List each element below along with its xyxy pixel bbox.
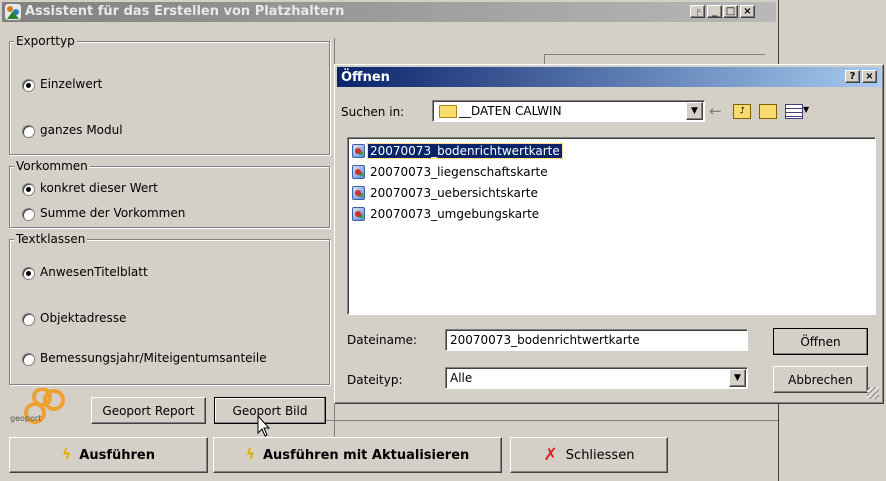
geoport-report-button[interactable]: Geoport Report (91, 397, 206, 424)
filename-field[interactable]: 20070073_bodenrichtwertkarte (445, 329, 748, 351)
ausfuehren-aktualisieren-label: Ausführen mit Aktualisieren (262, 447, 470, 463)
resize-grip-icon[interactable] (867, 387, 879, 399)
ausfuehren-aktualisieren-button[interactable]: ϟ Ausführen mit Aktualisieren (213, 437, 502, 473)
main-title-bar[interactable]: Assistent für das Erstellen von Platzhal… (2, 2, 776, 22)
view-menu-icon[interactable] (785, 104, 803, 119)
filename-value: 20070073_bodenrichtwertkarte (450, 333, 640, 347)
lightning-icon: ϟ (62, 447, 72, 463)
maximize-button[interactable]: □ (723, 5, 738, 18)
filetype-combo[interactable]: Alle ▼ (445, 367, 748, 389)
radio-ganzes-modul[interactable] (22, 125, 35, 138)
list-item[interactable]: 20070073_umgebungskarte (352, 205, 541, 223)
radio-objektadresse[interactable] (22, 313, 35, 326)
restore-icon[interactable]: ╒ (690, 5, 705, 18)
textklassen-group: Textklassen AnwesenTitelblatt Objektadre… (9, 232, 330, 385)
textklassen-legend: Textklassen (14, 232, 88, 246)
look-in-value: __DATEN CALWIN (459, 104, 562, 118)
ausfuehren-label: Ausführen (79, 447, 155, 463)
file-list[interactable]: 20070073_bodenrichtwertkarte 20070073_li… (347, 137, 876, 315)
filetype-value: Alle (450, 371, 473, 385)
image-file-icon (352, 186, 365, 200)
exporttyp-group: Exporttyp Einzelwert ganzes Modul (9, 34, 330, 155)
chevron-down-icon[interactable]: ▼ (729, 369, 746, 387)
label-anwesen: AnwesenTitelblatt (40, 265, 148, 279)
minimize-button[interactable]: _ (707, 5, 722, 18)
filename-label: Dateiname: (347, 333, 418, 347)
list-item[interactable]: 20070073_uebersichtskarte (352, 184, 540, 202)
radio-anwesen[interactable] (22, 267, 35, 280)
help-button[interactable]: ? (845, 70, 860, 83)
lightning-icon: ϟ (245, 447, 255, 463)
list-item[interactable]: 20070073_bodenrichtwertkarte (352, 142, 563, 160)
main-divider (308, 420, 778, 421)
dialog-title: Öffnen (341, 70, 390, 85)
radio-summe[interactable] (22, 208, 35, 221)
file-name: 20070073_liegenschaftskarte (370, 165, 548, 179)
vorkommen-group: Vorkommen konkret dieser Wert Summe der … (9, 159, 330, 228)
close-button[interactable]: × (740, 5, 755, 18)
schliessen-label: Schliessen (565, 447, 635, 463)
main-window-title: Assistent für das Erstellen von Platzhal… (25, 4, 345, 19)
folder-icon (439, 105, 457, 118)
open-button[interactable]: Öffnen (773, 328, 868, 355)
geoport-logo: geoport (9, 387, 89, 424)
look-in-combo[interactable]: __DATEN CALWIN ▼ (432, 100, 705, 122)
label-einzelwert: Einzelwert (40, 77, 103, 91)
label-summe: Summe der Vorkommen (40, 206, 186, 220)
vorkommen-legend: Vorkommen (14, 159, 90, 173)
folder-up-icon[interactable]: ⮥ (733, 104, 751, 119)
dialog-close-button[interactable]: × (862, 70, 877, 83)
back-arrow-icon[interactable]: ← (709, 102, 722, 120)
label-ganzes-modul: ganzes Modul (40, 123, 123, 137)
cancel-button[interactable]: Abbrechen (773, 366, 868, 393)
label-bemessungsjahr: Bemessungsjahr/Miteigentumsanteile (40, 351, 267, 365)
dialog-title-bar[interactable]: Öffnen ? × (337, 67, 881, 87)
image-file-icon (352, 207, 365, 221)
file-name: 20070073_uebersichtskarte (370, 186, 538, 200)
open-dialog: Öffnen ? × Suchen in: __DATEN CALWIN ▼ ←… (334, 64, 884, 404)
radio-einzelwert[interactable] (22, 79, 35, 92)
geoport-logo-text: geoport (10, 414, 42, 423)
app-icon (5, 4, 21, 20)
image-file-icon (352, 165, 365, 179)
new-folder-icon[interactable] (759, 104, 777, 119)
view-menu-chevron-icon[interactable]: ▼ (803, 105, 809, 114)
file-name: 20070073_umgebungskarte (370, 207, 540, 221)
exporttyp-legend: Exporttyp (14, 34, 77, 48)
filetype-label: Dateityp: (347, 373, 403, 387)
label-objektadresse: Objektadresse (40, 311, 127, 325)
file-name: 20070073_bodenrichtwertkarte (367, 143, 563, 159)
radio-bemessungsjahr[interactable] (22, 353, 35, 366)
label-konkret: konkret dieser Wert (40, 181, 158, 195)
schliessen-button[interactable]: ✗ Schliessen (510, 437, 668, 473)
ausfuehren-button[interactable]: ϟ Ausführen (9, 437, 208, 473)
look-in-label: Suchen in: (341, 105, 405, 119)
list-item[interactable]: 20070073_liegenschaftskarte (352, 163, 550, 181)
radio-konkret[interactable] (22, 183, 35, 196)
chevron-down-icon[interactable]: ▼ (686, 102, 703, 120)
red-x-icon: ✗ (543, 445, 558, 465)
image-file-icon (352, 144, 365, 158)
mouse-pointer-icon (257, 414, 273, 442)
